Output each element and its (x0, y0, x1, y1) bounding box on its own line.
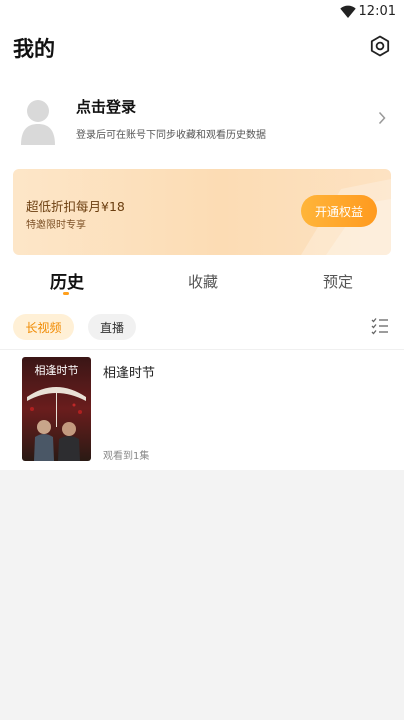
wifi-icon (340, 5, 356, 18)
divider (0, 349, 404, 350)
tab-history[interactable]: 历史 (50, 268, 84, 293)
page-title: 我的 (13, 37, 55, 61)
vip-subtitle: 特邀限时专享 (26, 220, 86, 231)
filter-live[interactable]: 直播 (88, 314, 136, 340)
login-description: 登录后可在账号下同步收藏和观看历史数据 (76, 130, 266, 141)
edit-list-icon[interactable] (371, 317, 389, 335)
open-benefits-button[interactable]: 开通权益 (301, 195, 377, 227)
tab-favorites[interactable]: 收藏 (188, 271, 218, 292)
poster-title: 相逢时节 (35, 364, 79, 377)
filter-long-video[interactable]: 长视频 (13, 314, 74, 340)
login-title[interactable]: 点击登录 (76, 96, 136, 117)
settings-icon[interactable] (369, 35, 391, 57)
vip-banner[interactable]: 超低折扣每月¥18 特邀限时专享 开通权益 (13, 169, 391, 255)
page-content: 12:01 我的 点击登录 登录后可在账号下同步收藏和观看历史数据 超低折扣每月… (0, 0, 404, 470)
history-item-title[interactable]: 相逢时节 (103, 362, 155, 381)
status-bar: 12:01 (0, 0, 404, 24)
poster-image[interactable]: 相逢时节 (22, 357, 91, 461)
chevron-right-icon[interactable] (378, 111, 386, 125)
status-time: 12:01 (358, 4, 396, 19)
tab-indicator (63, 292, 69, 295)
avatar[interactable] (19, 99, 57, 145)
tab-reserved[interactable]: 预定 (323, 271, 353, 292)
history-item-progress: 观看到1集 (103, 451, 150, 462)
vip-title: 超低折扣每月¥18 (26, 199, 125, 214)
